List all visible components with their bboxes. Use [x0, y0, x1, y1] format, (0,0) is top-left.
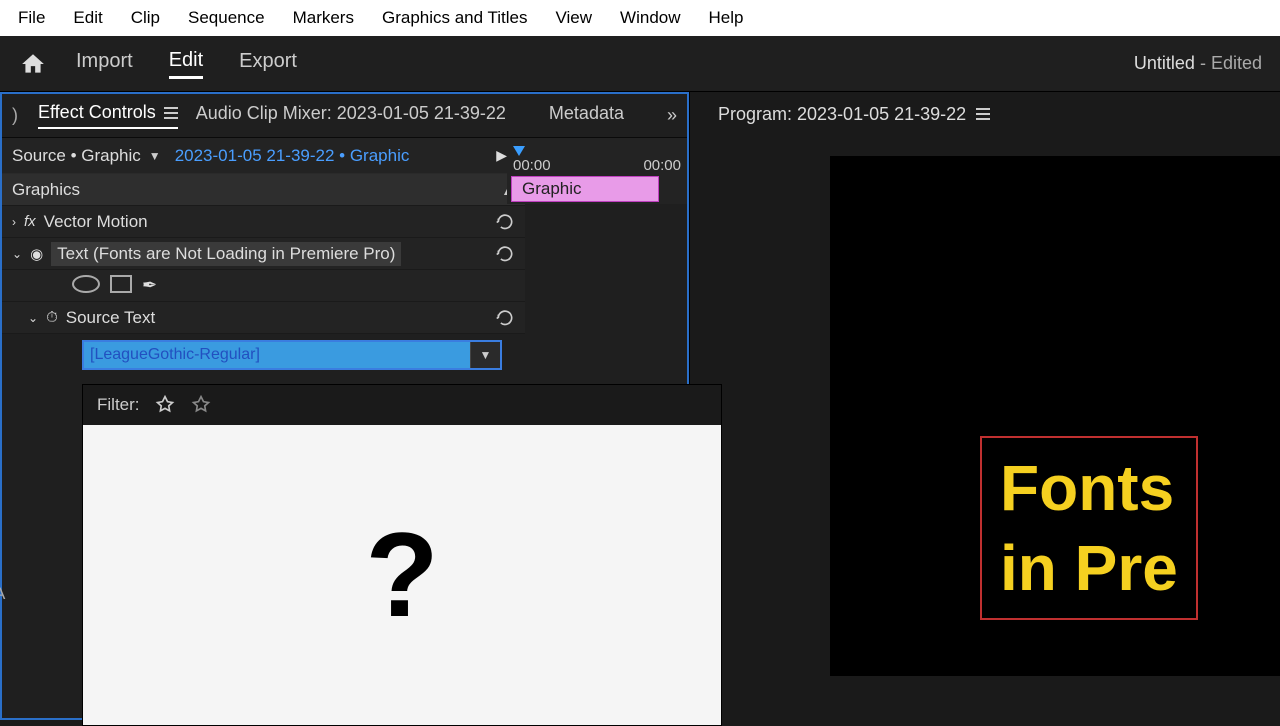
pen-mask-icon[interactable]: ✒	[142, 275, 157, 296]
fx-badge-icon: fx	[24, 213, 36, 230]
panel-overflow-left[interactable]: )	[12, 105, 18, 126]
workspace-import[interactable]: Import	[76, 50, 133, 77]
source-text-label: Source Text	[66, 308, 155, 328]
project-name: Untitled	[1134, 53, 1195, 73]
sequence-link[interactable]: 2023-01-05 21-39-22 • Graphic	[175, 146, 410, 166]
time-end: 00:00	[643, 157, 681, 174]
expand-caret-icon[interactable]: ›	[12, 215, 16, 229]
text-layer-label: Text (Fonts are Not Loading in Premiere …	[51, 242, 401, 266]
rectangle-mask-icon[interactable]	[110, 275, 132, 293]
effects-header-label: Graphics	[12, 180, 80, 200]
home-icon[interactable]	[18, 49, 48, 79]
menu-help[interactable]: Help	[695, 0, 758, 36]
time-ruler[interactable]: 00:00 00:00	[507, 138, 687, 174]
tab-audio-mixer[interactable]: Audio Clip Mixer: 2023-01-05 21-39-22	[196, 103, 506, 128]
font-family-input[interactable]	[84, 342, 470, 368]
vector-motion-label: Vector Motion	[44, 212, 148, 232]
menu-sequence[interactable]: Sequence	[174, 0, 279, 36]
tab-effect-controls[interactable]: Effect Controls	[38, 102, 178, 129]
menu-markers[interactable]: Markers	[279, 0, 368, 36]
program-tabs: Program: 2023-01-05 21-39-22	[710, 92, 1280, 136]
text-selection-frame[interactable]: Fonts in Pre	[980, 436, 1198, 620]
menu-file[interactable]: File	[4, 0, 59, 36]
menu-graphics-titles[interactable]: Graphics and Titles	[368, 0, 542, 36]
program-tab-label[interactable]: Program: 2023-01-05 21-39-22	[718, 104, 966, 125]
collapse-caret-icon[interactable]: ⌄	[28, 311, 38, 325]
tab-effect-controls-label: Effect Controls	[38, 102, 156, 123]
menu-clip[interactable]: Clip	[117, 0, 174, 36]
stopwatch-icon[interactable]: ⏱	[46, 309, 58, 326]
missing-font-placeholder: ?	[365, 506, 438, 644]
font-picker-popup: Filter: ?	[82, 384, 722, 726]
collapse-caret-icon[interactable]: ⌄	[12, 247, 22, 261]
effect-text-layer[interactable]: ⌄ ◉ Text (Fonts are Not Loading in Premi…	[2, 238, 525, 270]
clip-graphic[interactable]: Graphic	[511, 176, 659, 202]
effect-source-text[interactable]: ⌄ ⏱ Source Text	[2, 302, 525, 334]
panel-tabs: ) Effect Controls Audio Clip Mixer: 2023…	[2, 94, 687, 138]
preview-text-line-2: in Pre	[1000, 528, 1178, 608]
program-panel: Program: 2023-01-05 21-39-22 Fonts in Pr…	[689, 92, 1280, 720]
workspace-edit[interactable]: Edit	[169, 49, 203, 79]
menu-edit[interactable]: Edit	[59, 0, 116, 36]
source-selector-row: Source • Graphic ▼ 2023-01-05 21-39-22 •…	[2, 138, 525, 174]
chevron-down-icon[interactable]: ▼	[470, 342, 500, 368]
effect-controls-panel: ) Effect Controls Audio Clip Mixer: 2023…	[0, 92, 689, 720]
font-list[interactable]: ?	[83, 425, 721, 725]
app-header: Import Edit Export Untitled - Edited	[0, 36, 1280, 92]
tab-metadata[interactable]: Metadata	[549, 103, 624, 128]
filter-label: Filter:	[97, 395, 140, 415]
project-status: - Edited	[1200, 53, 1262, 73]
source-label: Source • Graphic	[12, 146, 141, 166]
ellipse-mask-icon[interactable]	[72, 275, 100, 293]
panel-menu-icon[interactable]	[164, 107, 178, 119]
shape-tools-row: ✒	[2, 270, 525, 302]
truncated-text: A	[0, 584, 5, 604]
clip-track: Graphic	[507, 174, 687, 204]
menu-view[interactable]: View	[542, 0, 607, 36]
program-monitor[interactable]: Fonts in Pre	[830, 156, 1280, 676]
playhead-icon[interactable]	[513, 146, 525, 156]
eye-icon[interactable]: ◉	[30, 245, 43, 263]
adobe-fonts-filter-icon[interactable]	[154, 394, 176, 416]
panel-overflow-icon[interactable]: »	[667, 105, 677, 126]
menu-window[interactable]: Window	[606, 0, 694, 36]
chevron-down-icon[interactable]: ▼	[149, 149, 161, 163]
play-icon[interactable]: ▶	[496, 147, 507, 164]
time-start: 00:00	[513, 157, 551, 174]
favorite-filter-icon[interactable]	[190, 394, 212, 416]
effect-timeline: 00:00 00:00 Graphic	[507, 138, 687, 204]
reset-icon[interactable]	[495, 212, 515, 232]
project-title: Untitled - Edited	[1134, 53, 1262, 74]
reset-icon[interactable]	[495, 308, 515, 328]
font-family-dropdown[interactable]: ▼	[82, 340, 502, 370]
effect-vector-motion[interactable]: › fx Vector Motion	[2, 206, 525, 238]
font-filter-row: Filter:	[83, 385, 721, 425]
preview-text-line-1: Fonts	[1000, 448, 1178, 528]
effects-section-header[interactable]: Graphics ▲	[2, 174, 525, 206]
reset-icon[interactable]	[495, 244, 515, 264]
workspace-export[interactable]: Export	[239, 50, 297, 77]
panel-menu-icon[interactable]	[976, 108, 990, 120]
menu-bar: File Edit Clip Sequence Markers Graphics…	[0, 0, 1280, 36]
font-dropdown-row: ▼	[2, 334, 525, 376]
